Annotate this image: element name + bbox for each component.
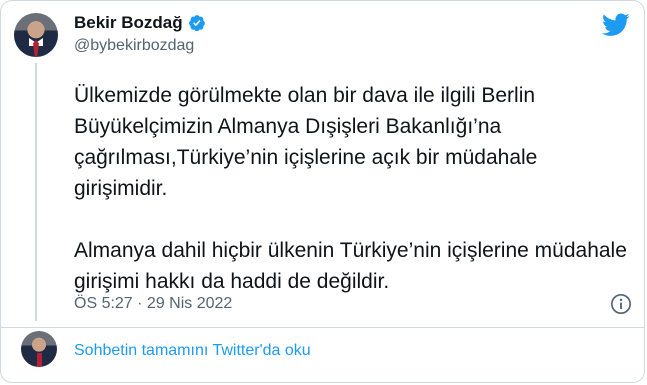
twitter-bird-icon[interactable] bbox=[602, 13, 630, 37]
thread-line bbox=[35, 63, 37, 321]
tweet-text: Ülkemizde görülmekte olan bir dava ile i… bbox=[74, 80, 629, 297]
divider bbox=[1, 327, 644, 328]
tweet-timestamp[interactable]: ÖS 5:27 · 29 Nis 2022 bbox=[74, 295, 232, 313]
embedded-tweet-card: Bekir Bozdağ @bybekirbozdag Ülkemizde gö… bbox=[0, 0, 645, 383]
read-conversation-link[interactable]: Sohbetin tamamını Twitter'da oku bbox=[74, 342, 311, 360]
author-block: Bekir Bozdağ @bybekirbozdag bbox=[74, 13, 206, 55]
author-avatar-small bbox=[21, 331, 57, 367]
tweet-paragraph: Almanya dahil hiçbir ülkenin Türkiye’nin… bbox=[74, 239, 627, 293]
author-display-name[interactable]: Bekir Bozdağ bbox=[74, 13, 183, 33]
info-icon[interactable] bbox=[610, 293, 632, 315]
author-avatar[interactable] bbox=[14, 13, 58, 57]
author-handle[interactable]: @bybekirbozdag bbox=[74, 37, 206, 55]
verified-badge-icon bbox=[188, 15, 205, 32]
tweet-paragraph: Ülkemizde görülmekte olan bir dava ile i… bbox=[74, 84, 538, 200]
